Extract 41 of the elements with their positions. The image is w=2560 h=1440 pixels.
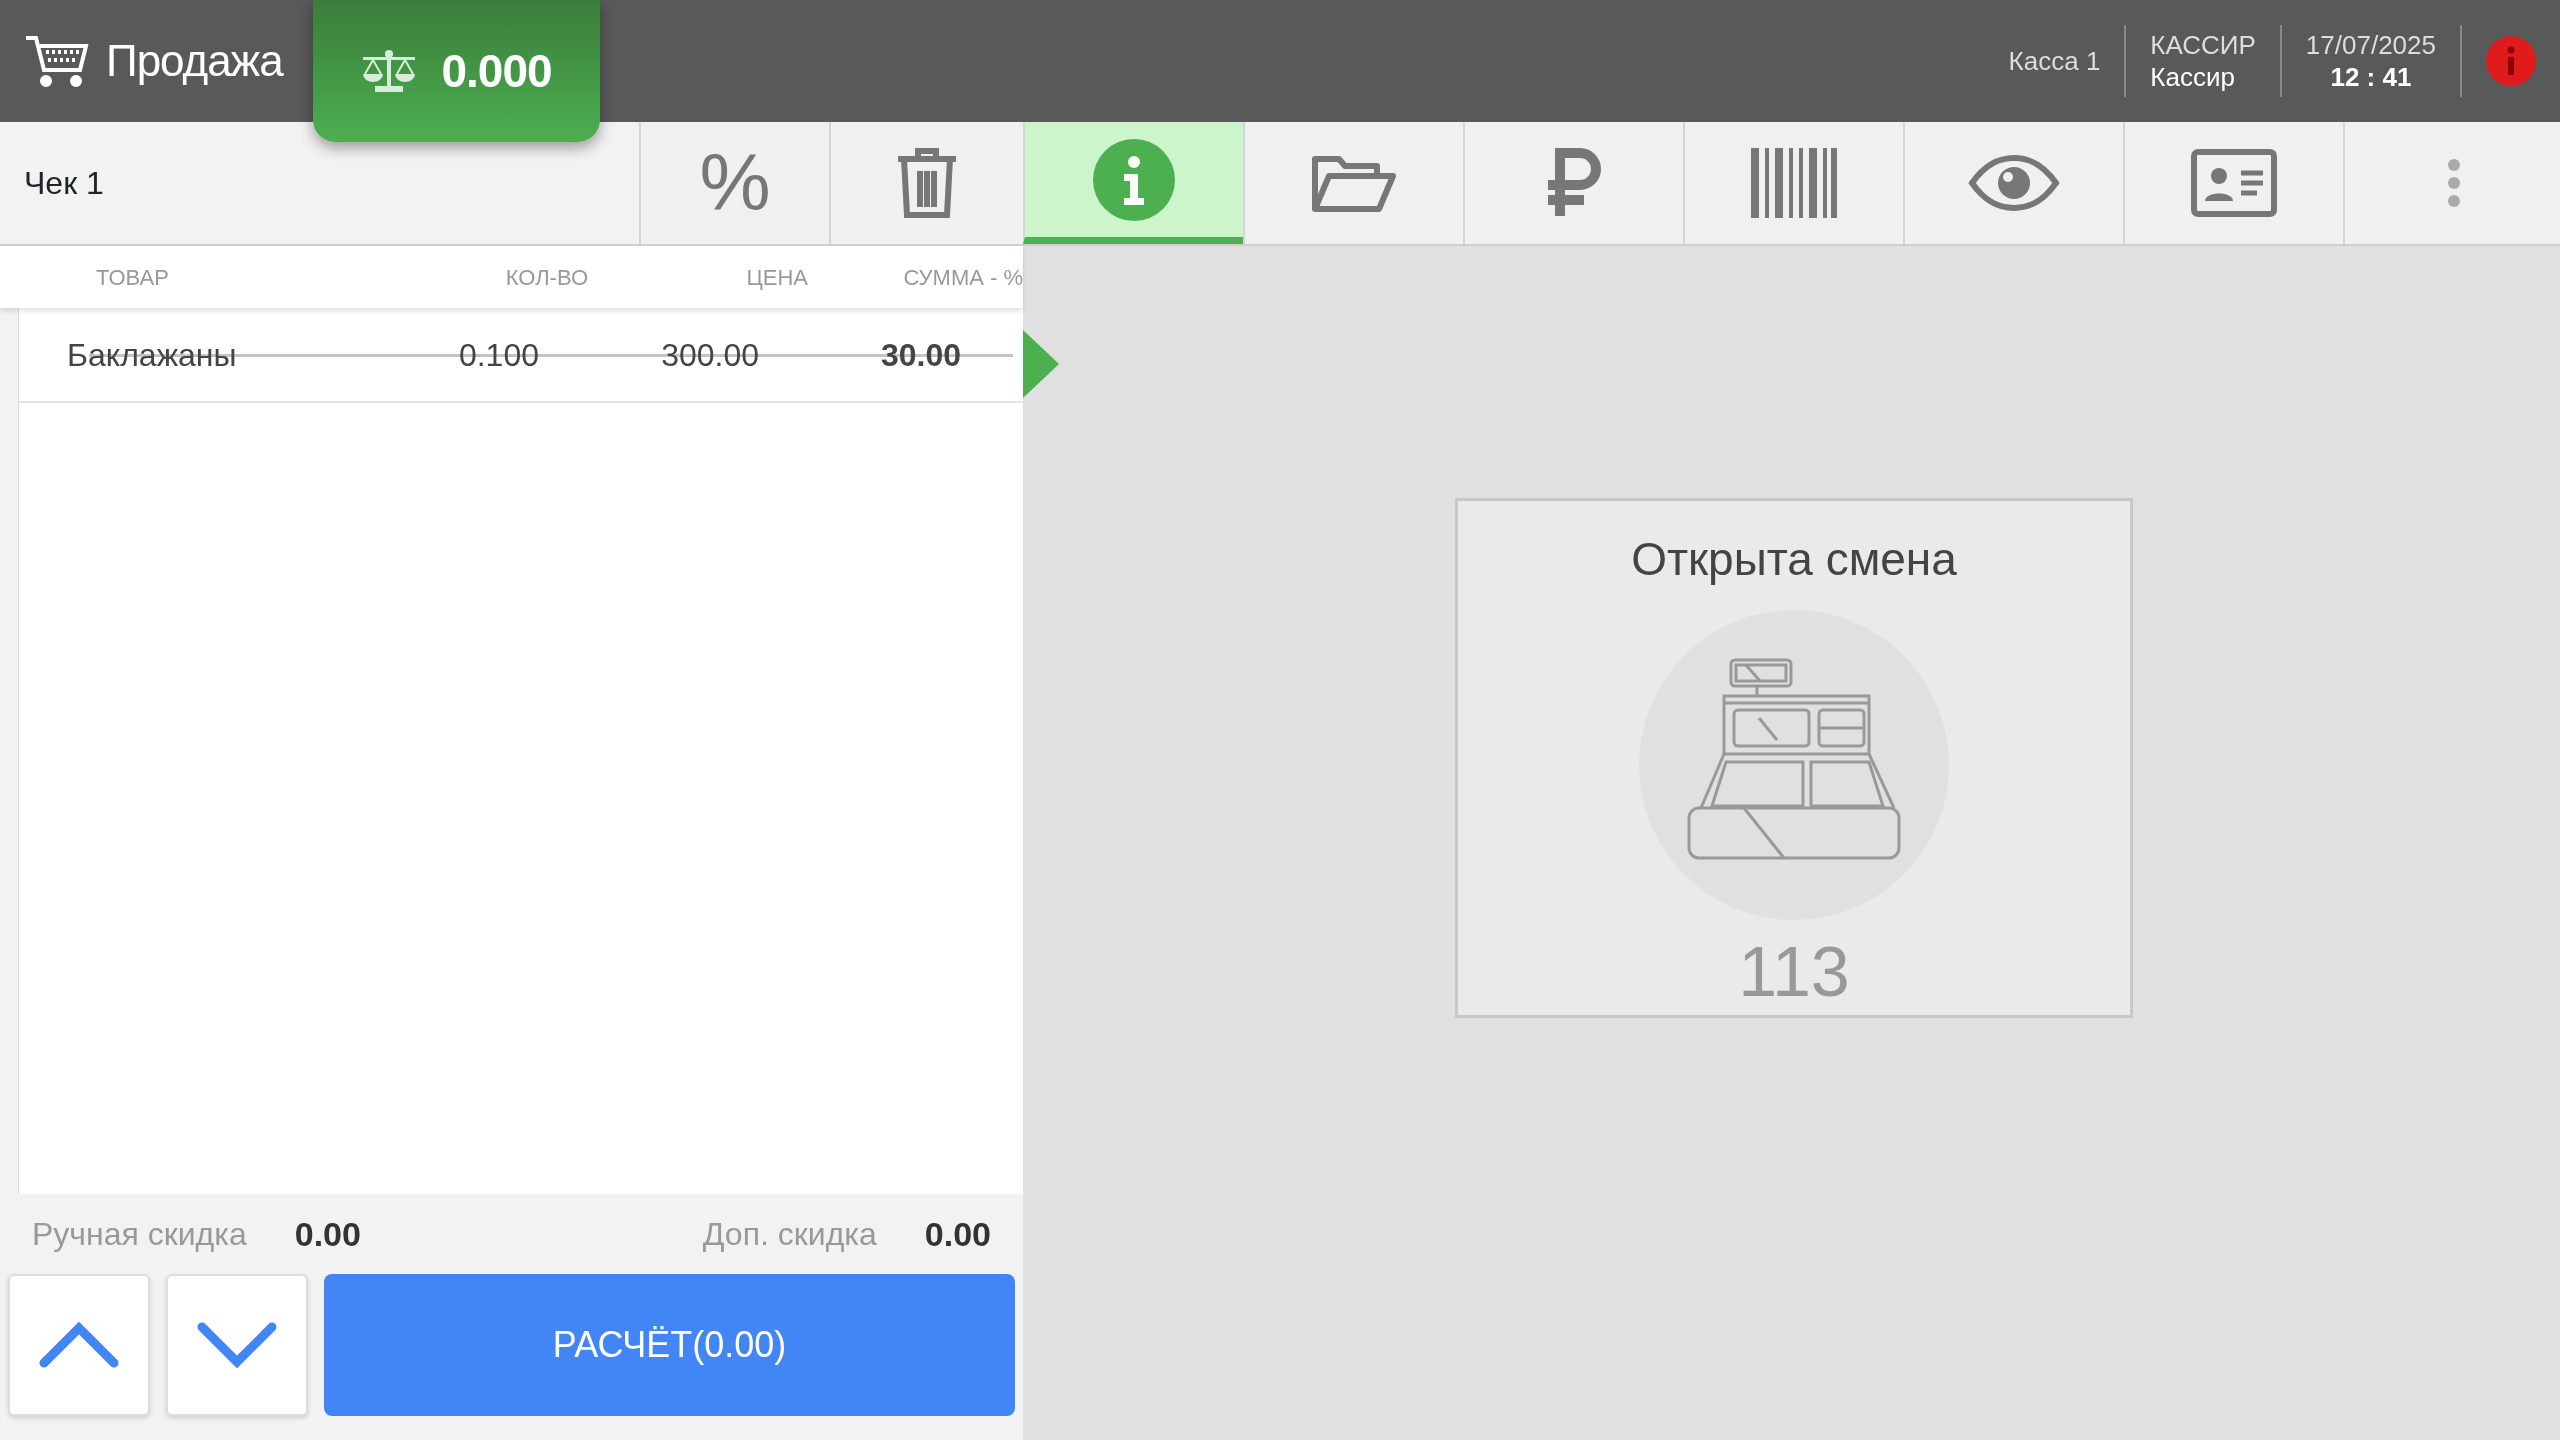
more-icon	[2448, 159, 2460, 207]
time-text: 12 : 41	[2330, 61, 2412, 94]
manual-discount-label: Ручная скидка	[32, 1215, 247, 1254]
item-sum: 30.00	[879, 335, 961, 375]
date-text: 17/07/2025	[2305, 28, 2436, 61]
alert-icon[interactable]	[2486, 36, 2536, 86]
column-header: ЦЕНА	[745, 263, 808, 292]
role-name: Кассир	[2150, 61, 2236, 94]
chevron-down-icon	[197, 1322, 277, 1368]
chevron-up-icon	[39, 1322, 119, 1368]
shift-number: 113	[1738, 932, 1850, 1013]
info-tab[interactable]	[1023, 122, 1243, 244]
manual-discount-value: 0.00	[294, 1213, 361, 1255]
barcode-icon	[1751, 148, 1837, 218]
pay-button[interactable]: РАСЧЁТ(0.00)	[324, 1274, 1015, 1416]
cart-icon	[24, 34, 90, 88]
receipt-row[interactable]: Баклажаны 0.100 300.00 30.00	[19, 308, 1023, 403]
extra-discount-label: Доп. скидка	[702, 1215, 877, 1254]
receipt-title: Чек 1	[24, 164, 104, 203]
item-price: 300.00	[660, 335, 759, 375]
extra-discount-value: 0.00	[924, 1213, 991, 1255]
column-header: СУММА - %	[902, 263, 1023, 292]
scroll-down-button[interactable]	[166, 1274, 308, 1416]
id-card-icon	[2191, 149, 2277, 217]
item-name: Баклажаны	[66, 335, 238, 375]
app-title: Продажа	[106, 35, 283, 87]
register-label: Касса 1	[2008, 44, 2101, 78]
shift-title: Открыта смена	[1631, 532, 1957, 587]
column-header: КОЛ-ВО	[504, 263, 588, 292]
scales-icon	[361, 48, 418, 94]
cash-register-icon	[1639, 610, 1949, 920]
eye-icon	[1968, 155, 2060, 211]
trash-icon	[896, 147, 958, 219]
scroll-up-button[interactable]	[8, 1274, 150, 1416]
ruble-icon	[1546, 148, 1602, 218]
item-quantity: 0.100	[457, 335, 539, 375]
role-label: КАССИР	[2150, 28, 2256, 61]
column-header: ТОВАР	[95, 263, 170, 292]
info-icon	[1092, 137, 1176, 222]
scale-reading: 0.000	[441, 43, 552, 99]
folder-icon	[1311, 153, 1397, 213]
